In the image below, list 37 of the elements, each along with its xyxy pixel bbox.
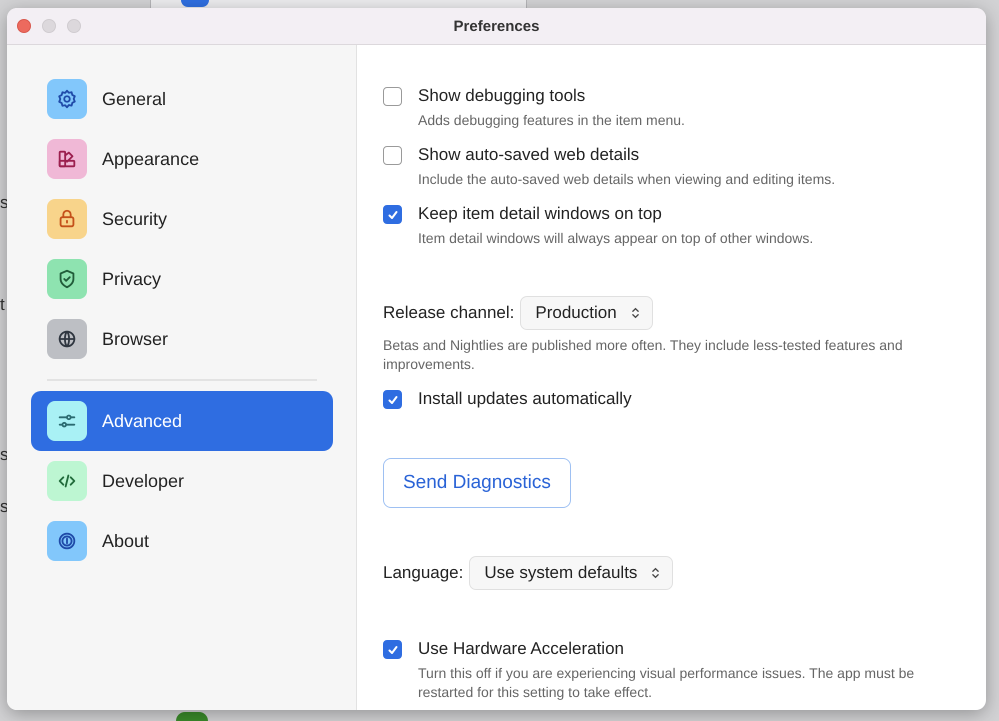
send-diagnostics-button[interactable]: Send Diagnostics — [383, 458, 571, 508]
sidebar-item[interactable]: About — [31, 511, 333, 571]
checkbox[interactable] — [383, 390, 402, 409]
sidebar-item[interactable]: Security — [31, 189, 333, 249]
sidebar-item[interactable]: Developer — [31, 451, 333, 511]
setting-description: Item detail windows will always appear on top of other windows. — [418, 229, 814, 248]
close-button[interactable] — [17, 19, 31, 33]
chevron-icon — [630, 306, 640, 320]
setting-description: Adds debugging features in the item menu. — [418, 111, 685, 130]
background-text: t — [0, 295, 5, 315]
checkbox[interactable] — [383, 640, 402, 659]
checkbox-label: Show auto-saved web details — [418, 144, 640, 166]
setting-description: Betas and Nightlies are published more often. They include less-tested features and improvements. — [383, 336, 904, 374]
checkbox[interactable] — [383, 146, 402, 165]
checkbox-label: Use Hardware Acceleration — [418, 638, 625, 660]
app-icon — [181, 0, 209, 7]
check-icon — [386, 644, 398, 656]
sidebar-item[interactable]: Privacy — [31, 249, 333, 309]
dropdown[interactable]: Production — [520, 296, 653, 330]
field-label: Release channel: — [383, 302, 514, 324]
field-label: Language: — [383, 562, 464, 584]
checkbox-label: Install updates automatically — [418, 388, 632, 410]
sidebar-item[interactable]: General — [31, 69, 333, 129]
chevron-icon — [651, 566, 660, 580]
checkbox[interactable] — [383, 87, 402, 106]
sidebar-item[interactable]: Appearance — [31, 129, 333, 189]
checkbox-label: Show debugging tools — [418, 85, 586, 107]
sidebar-item[interactable]: Advanced — [31, 391, 333, 451]
check-icon — [386, 208, 398, 220]
checkbox[interactable] — [383, 205, 402, 224]
setting-description: Include the auto-saved web details when viewing and editing items. — [418, 170, 836, 189]
setting-description: Turn this off if you are experiencing visual performance issues. The app must be restarted for this setting to take effect. — [418, 664, 916, 702]
sidebar-item[interactable]: Browser — [31, 309, 333, 369]
checkbox-label: Keep item detail windows on top — [418, 203, 663, 225]
window-title: Preferences — [454, 18, 540, 34]
check-icon — [386, 394, 398, 406]
dropdown[interactable]: Use system defaults — [469, 556, 674, 590]
